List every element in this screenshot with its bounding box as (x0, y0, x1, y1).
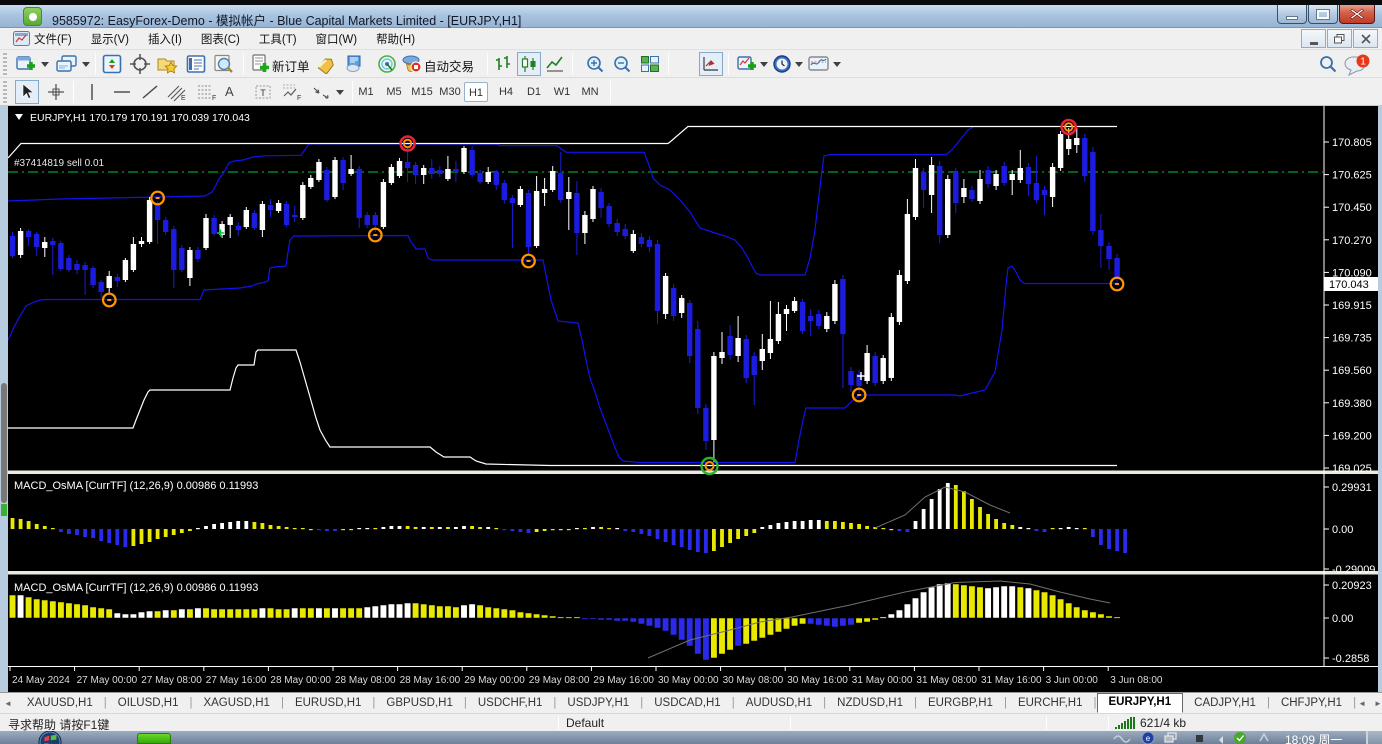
svg-text:E: E (181, 95, 186, 102)
svg-text:28 May 08:00: 28 May 08:00 (335, 675, 396, 686)
svg-text:0.20923: 0.20923 (1332, 580, 1372, 592)
svg-text:0.29931: 0.29931 (1332, 482, 1372, 494)
svg-text:T: T (260, 88, 266, 98)
svg-text:169.025: 169.025 (1332, 463, 1372, 475)
svg-text:e: e (1146, 734, 1151, 743)
svg-text:170.043: 170.043 (1329, 279, 1369, 291)
svg-text:169.380: 169.380 (1332, 398, 1372, 410)
svg-text:3 Jun 08:00: 3 Jun 08:00 (1110, 675, 1163, 686)
svg-text:-0.2858: -0.2858 (1332, 653, 1369, 665)
svg-text:27 May 08:00: 27 May 08:00 (141, 675, 202, 686)
svg-text:28 May 00:00: 28 May 00:00 (270, 675, 331, 686)
svg-text:27 May 16:00: 27 May 16:00 (206, 675, 267, 686)
svg-text:170.450: 170.450 (1332, 202, 1372, 214)
svg-text:31 May 16:00: 31 May 16:00 (981, 675, 1042, 686)
svg-text:29 May 00:00: 29 May 00:00 (464, 675, 525, 686)
svg-text:170.805: 170.805 (1332, 137, 1372, 149)
svg-text:30 May 00:00: 30 May 00:00 (658, 675, 719, 686)
svg-text:F: F (297, 95, 301, 102)
svg-text:169.735: 169.735 (1332, 333, 1372, 345)
svg-text:24 May 2024: 24 May 2024 (12, 675, 70, 686)
svg-text:29 May 16:00: 29 May 16:00 (593, 675, 654, 686)
svg-text:-0.29009: -0.29009 (1332, 564, 1375, 576)
svg-text:169.200: 169.200 (1332, 430, 1372, 442)
svg-text:1: 1 (1360, 57, 1366, 68)
svg-text:169.915: 169.915 (1332, 300, 1372, 312)
svg-text:0.00: 0.00 (1332, 613, 1353, 625)
svg-text:0.00: 0.00 (1332, 524, 1353, 536)
svg-text:169.560: 169.560 (1332, 365, 1372, 377)
svg-text:F: F (212, 95, 216, 102)
svg-text:28 May 16:00: 28 May 16:00 (400, 675, 461, 686)
svg-text:MACD_OsMA [CurrTF] (12,26,9) 0: MACD_OsMA [CurrTF] (12,26,9) 0.00986 0.1… (14, 582, 258, 594)
svg-text:EURJPY,H1 170.179 170.191 170: EURJPY,H1 170.179 170.191 170.039 170.04… (30, 112, 250, 124)
svg-text:27 May 00:00: 27 May 00:00 (77, 675, 138, 686)
svg-text:MACD_OsMA [CurrTF] (12,26,9) 0: MACD_OsMA [CurrTF] (12,26,9) 0.00986 0.1… (14, 480, 258, 492)
svg-text:170.270: 170.270 (1332, 235, 1372, 247)
svg-text:30 May 16:00: 30 May 16:00 (787, 675, 848, 686)
svg-text:170.625: 170.625 (1332, 170, 1372, 182)
svg-text:31 May 00:00: 31 May 00:00 (852, 675, 913, 686)
svg-text:29 May 08:00: 29 May 08:00 (529, 675, 590, 686)
svg-text:3 Jun 00:00: 3 Jun 00:00 (1046, 675, 1099, 686)
svg-text:30 May 08:00: 30 May 08:00 (723, 675, 784, 686)
svg-text:#37414819 sell 0.01: #37414819 sell 0.01 (14, 158, 105, 169)
svg-text:31 May 08:00: 31 May 08:00 (916, 675, 977, 686)
